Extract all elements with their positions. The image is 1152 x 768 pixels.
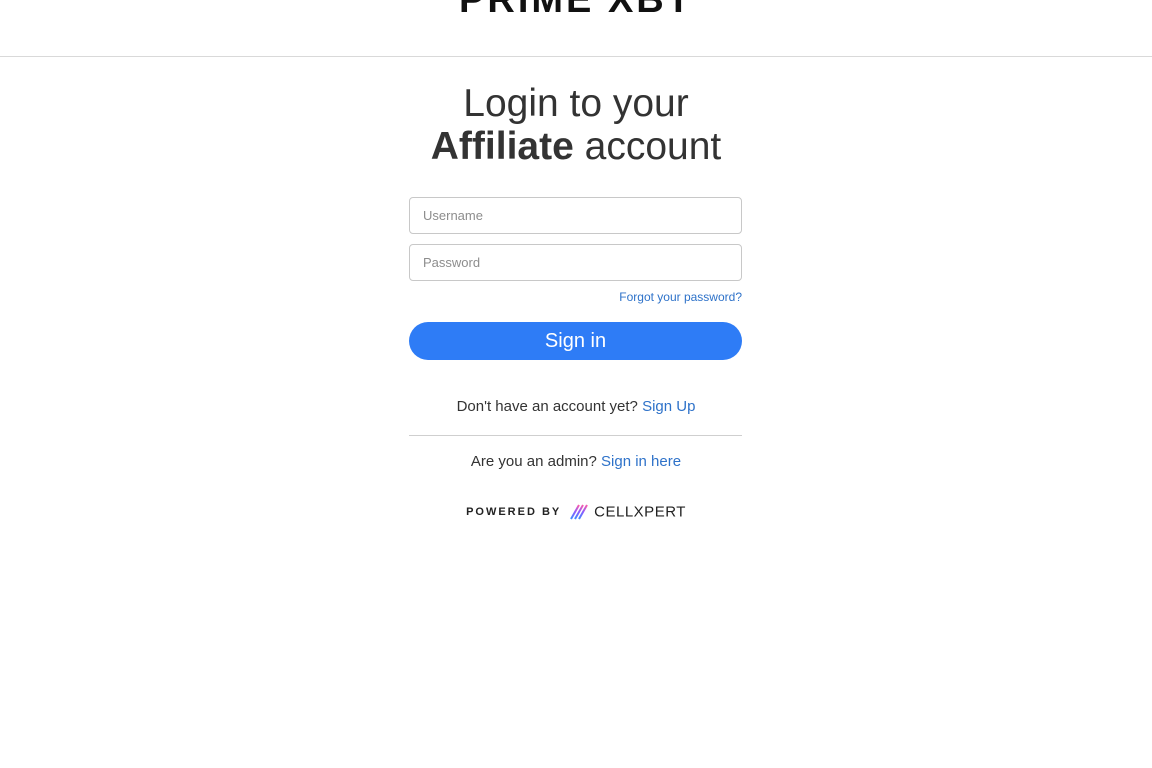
- powered-by-label: POWERED BY: [466, 505, 562, 518]
- forgot-password-link[interactable]: Forgot your password?: [409, 290, 742, 304]
- title-strong-word: Affiliate: [430, 125, 574, 168]
- cellxpert-brand-text: CELLXPERT: [594, 503, 686, 521]
- title-rest: account: [584, 125, 722, 168]
- password-input[interactable]: [409, 244, 742, 281]
- admin-sign-in-link[interactable]: Sign in here: [601, 453, 681, 470]
- admin-prompt: Are you an admin?: [470, 453, 597, 470]
- sign-in-button[interactable]: Sign in: [409, 322, 742, 360]
- signup-prompt: Don't have an account yet?: [456, 398, 638, 415]
- powered-by-footer: POWERED BY CELLXPERT: [0, 503, 1152, 521]
- prime-xbt-logo[interactable]: PRIME XBT: [0, 0, 1152, 19]
- title-line-2: Affiliate account: [0, 125, 1152, 168]
- signup-row: Don't have an account yet? Sign Up: [0, 398, 1152, 415]
- username-input[interactable]: [409, 197, 742, 234]
- admin-row: Are you an admin? Sign in here: [0, 453, 1152, 470]
- title-line-1: Login to your: [463, 82, 689, 125]
- cellxpert-logo-icon: [569, 504, 588, 520]
- divider: [409, 435, 742, 436]
- top-header: PRIME XBT: [0, 0, 1152, 57]
- page-title: Login to your Affiliate account: [0, 82, 1152, 168]
- sign-up-link[interactable]: Sign Up: [642, 398, 695, 415]
